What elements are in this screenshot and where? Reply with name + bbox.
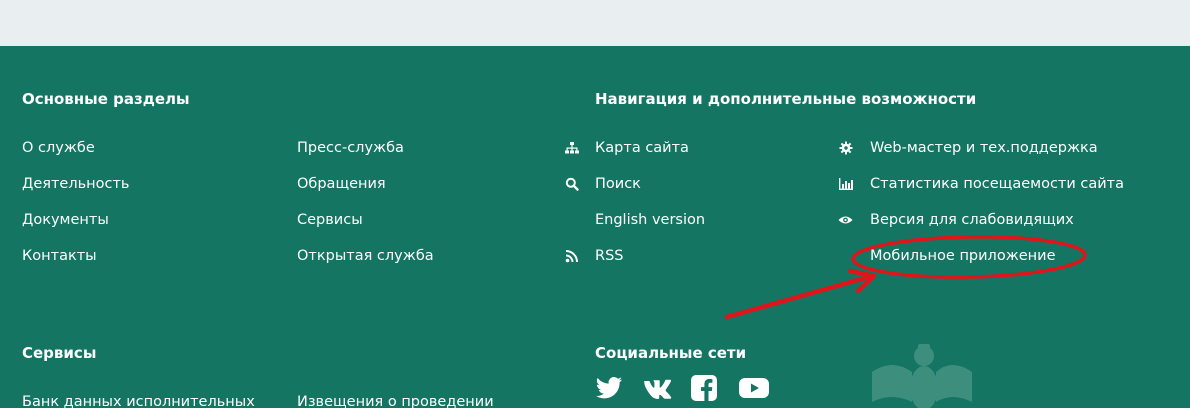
emblem-watermark <box>862 342 982 408</box>
navigation-heading: Навигация и дополнительные возможности <box>595 90 977 108</box>
footer-link-appeals[interactable]: Обращения <box>297 166 434 202</box>
english-label: English version <box>595 212 706 228</box>
footer-link-open-service[interactable]: Открытая служба <box>297 238 434 274</box>
footer-link-mobile-app[interactable]: Мобильное приложение <box>838 238 1178 274</box>
low-vision-label: Версия для слабовидящих <box>870 212 1074 228</box>
services-col1: Банк данных исполнительных <box>22 384 255 408</box>
eye-icon <box>838 213 853 227</box>
services-col2: Извещения о проведении <box>297 384 494 408</box>
search-icon <box>565 177 579 191</box>
navigation-col2: Web-мастер и тех.поддержка Статистика по… <box>838 130 1178 274</box>
social-heading: Социальные сети <box>595 344 747 362</box>
footer-link-webmaster[interactable]: Web-мастер и тех.поддержка <box>838 130 1178 166</box>
main-sections-col1: О службе Деятельность Документы Контакты <box>22 130 129 274</box>
footer-link-press[interactable]: Пресс-служба <box>297 130 434 166</box>
footer-link-notices[interactable]: Извещения о проведении <box>297 384 494 408</box>
rss-label: RSS <box>595 248 624 264</box>
footer-link-activity[interactable]: Деятельность <box>22 166 129 202</box>
vk-icon[interactable] <box>643 375 673 401</box>
social-links <box>595 375 769 401</box>
facebook-icon[interactable] <box>691 375 721 401</box>
webmaster-label: Web-мастер и тех.поддержка <box>870 140 1098 156</box>
footer-link-english[interactable]: English version <box>563 202 823 238</box>
main-sections-col2: Пресс-служба Обращения Сервисы Открытая … <box>297 130 434 274</box>
mobile-app-label: Мобильное приложение <box>870 248 1056 264</box>
footer-link-low-vision[interactable]: Версия для слабовидящих <box>838 202 1178 238</box>
statistics-label: Статистика посещаемости сайта <box>870 176 1125 192</box>
footer-link-about[interactable]: О службе <box>22 130 129 166</box>
footer-link-search[interactable]: Поиск <box>563 166 823 202</box>
main-sections-heading: Основные разделы <box>22 90 190 108</box>
search-label: Поиск <box>595 176 641 192</box>
sitemap-label: Карта сайта <box>595 140 689 156</box>
youtube-icon[interactable] <box>739 375 769 401</box>
twitter-icon[interactable] <box>595 375 625 401</box>
rss-icon <box>565 249 579 263</box>
footer-link-rss[interactable]: RSS <box>563 238 823 274</box>
services-heading: Сервисы <box>22 344 97 362</box>
footer-link-services[interactable]: Сервисы <box>297 202 434 238</box>
footer-link-statistics[interactable]: Статистика посещаемости сайта <box>838 166 1178 202</box>
page-top-area <box>0 0 1190 46</box>
gear-icon <box>839 141 853 155</box>
footer-link-contacts[interactable]: Контакты <box>22 238 129 274</box>
site-footer: Основные разделы О службе Деятельность Д… <box>0 46 1190 408</box>
sitemap-icon <box>565 141 579 155</box>
footer-link-documents[interactable]: Документы <box>22 202 129 238</box>
bar-chart-icon <box>839 177 853 191</box>
footer-link-sitemap[interactable]: Карта сайта <box>563 130 823 166</box>
footer-link-enforcement-db[interactable]: Банк данных исполнительных <box>22 384 255 408</box>
navigation-col1: Карта сайта Поиск English version RSS <box>563 130 823 274</box>
